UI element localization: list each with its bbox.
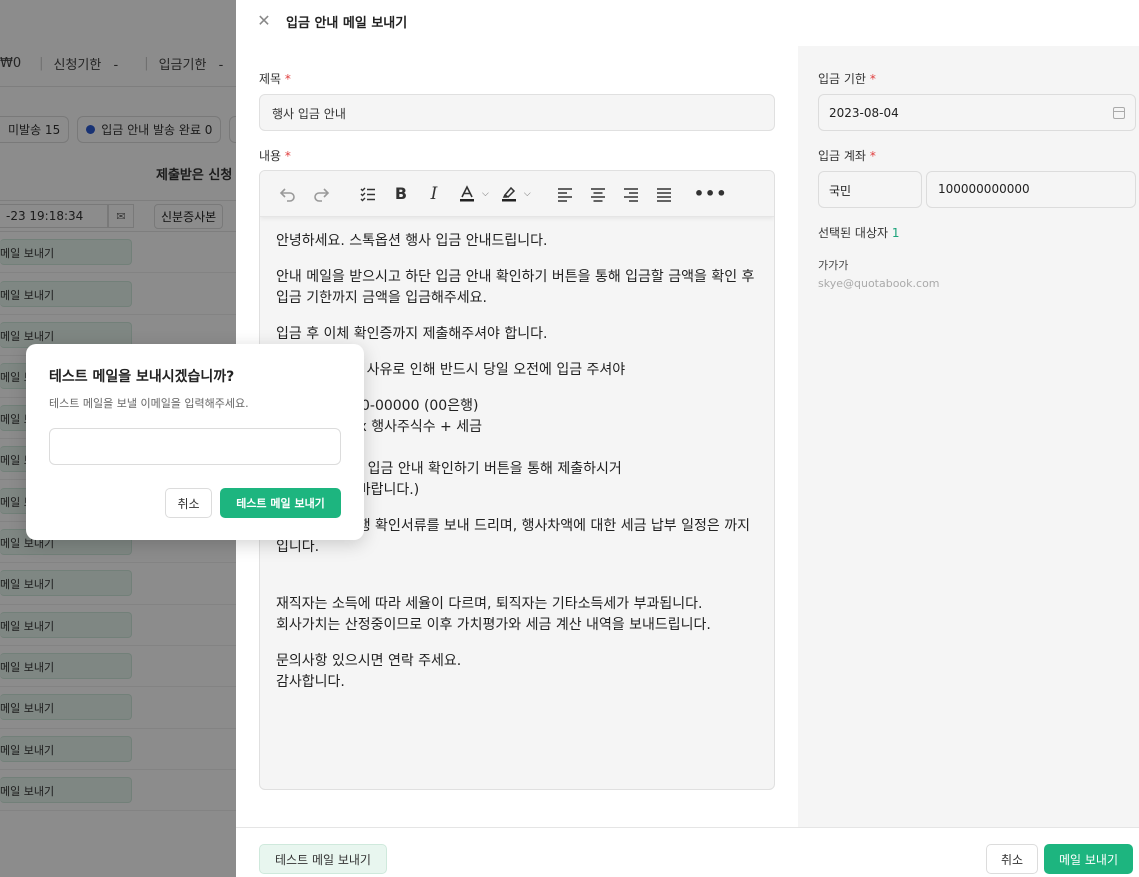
text-color-icon[interactable] — [453, 180, 481, 208]
content-label: 내용 * — [259, 149, 291, 163]
drawer-title: 입금 안내 메일 보내기 — [286, 15, 408, 31]
editor-paragraph: 안녕하세요. 스톡옵션 행사 입금 안내드립니다. — [276, 233, 548, 249]
editor-paragraph — [276, 573, 759, 594]
subject-input[interactable]: 행사 입금 안내 — [259, 94, 775, 131]
cancel-button[interactable]: 취소 — [986, 844, 1038, 874]
editor-toolbar: B I ⌵ ⌵ ••• — [260, 171, 774, 217]
modal-title: 테스트 메일을 보내시겠습니까? — [49, 369, 235, 385]
required-mark: * — [869, 149, 876, 163]
recipient-email: skye@quotabook.com — [818, 277, 940, 290]
redo-icon[interactable] — [307, 180, 335, 208]
editor-paragraph: 안내 메일을 받으시고 하단 입금 안내 확인하기 버튼을 통해 입금할 금액을… — [276, 269, 755, 306]
editor-paragraph: 문의사항 있으시면 연락 주세요. 감사합니다. — [276, 653, 462, 690]
align-center-icon[interactable] — [584, 180, 612, 208]
send-email-drawer: ✕ 입금 안내 메일 보내기 제목 * 행사 입금 안내 내용 * B I ⌵ … — [236, 0, 1139, 877]
selected-recipients: 선택된 대상자 1 — [818, 226, 900, 240]
bank-field[interactable]: 국민 — [818, 171, 922, 208]
test-email-modal: 테스트 메일을 보내시겠습니까? 테스트 메일을 보낼 이메일을 입력해주세요.… — [26, 344, 364, 540]
chevron-down-icon[interactable]: ⌵ — [524, 189, 531, 199]
send-email-button[interactable]: 메일 보내기 — [1044, 844, 1133, 874]
align-right-icon[interactable] — [617, 180, 645, 208]
deadline-input[interactable]: 2023-08-04 — [818, 94, 1136, 131]
required-mark: * — [284, 72, 291, 86]
editor-paragraph: 입금 후 이체 확인증까지 제출해주셔야 합니다. — [276, 326, 548, 342]
drawer-header: ✕ 입금 안내 메일 보내기 — [236, 0, 1139, 42]
account-number-field[interactable]: 100000000000 — [926, 171, 1136, 208]
more-icon[interactable]: ••• — [694, 180, 727, 208]
recipient-name: 가가가 — [818, 259, 849, 272]
editor-paragraph: 재직자는 소득에 따라 세율이 다르며, 퇴직자는 기타소득세가 부과됩니다. … — [276, 596, 711, 633]
highlight-icon[interactable] — [495, 180, 523, 208]
form-right: 입금 기한 * 2023-08-04 입금 계좌 * 국민 1000000000… — [798, 46, 1139, 827]
calendar-icon[interactable] — [1113, 106, 1125, 119]
italic-icon[interactable]: I — [420, 180, 448, 208]
undo-icon[interactable] — [274, 180, 302, 208]
required-mark: * — [869, 72, 876, 86]
selected-count: 1 — [891, 226, 900, 240]
test-email-input[interactable] — [49, 428, 341, 465]
account-label: 입금 계좌 * — [818, 149, 876, 163]
modal-description: 테스트 메일을 보낼 이메일을 입력해주세요. — [49, 397, 249, 410]
chevron-down-icon[interactable]: ⌵ — [482, 189, 489, 199]
modal-send-test-button[interactable]: 테스트 메일 보내기 — [220, 488, 341, 518]
subject-label: 제목 * — [259, 72, 291, 86]
drawer-body: 제목 * 행사 입금 안내 내용 * B I ⌵ ⌵ ••• 안녕하세요. 스톡… — [236, 46, 1139, 827]
deadline-label: 입금 기한 * — [818, 72, 876, 86]
close-icon[interactable]: ✕ — [256, 13, 272, 29]
align-left-icon[interactable] — [551, 180, 579, 208]
align-justify-icon[interactable] — [650, 180, 678, 208]
bold-icon[interactable]: B — [387, 180, 415, 208]
test-email-button[interactable]: 테스트 메일 보내기 — [259, 844, 387, 874]
drawer-footer: 테스트 메일 보내기 취소 메일 보내기 — [236, 827, 1139, 877]
checklist-icon[interactable] — [354, 180, 382, 208]
required-mark: * — [284, 149, 291, 163]
modal-cancel-button[interactable]: 취소 — [165, 488, 212, 518]
